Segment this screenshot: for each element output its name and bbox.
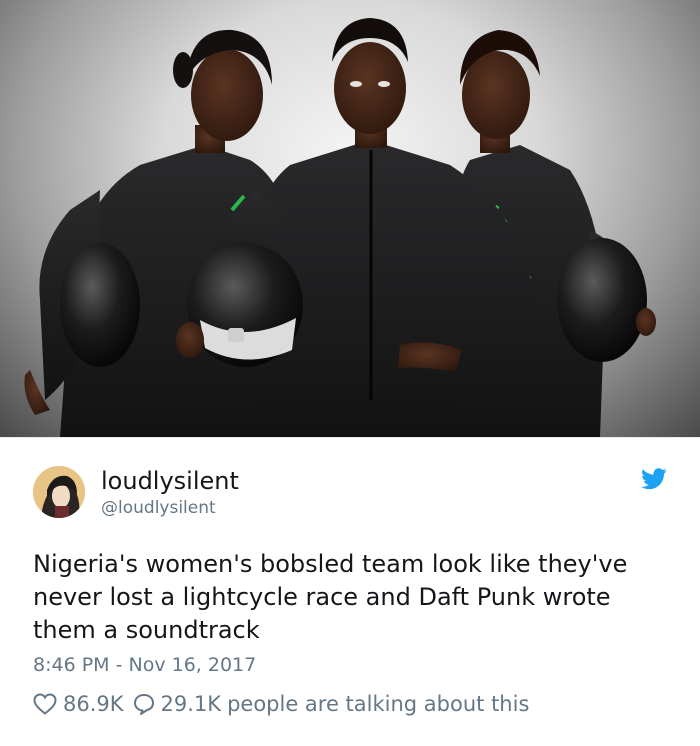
reply-count: 29.1K: [160, 692, 222, 716]
speech-bubble-icon: [133, 694, 154, 715]
user-handle[interactable]: @loudlysilent: [101, 497, 216, 519]
twitter-bird-icon[interactable]: [641, 468, 667, 490]
display-name[interactable]: loudlysilent: [101, 466, 239, 496]
bobsled-team-photo: [24, 18, 656, 437]
tweet-stats: 86.9K 29.1K people are talking about thi…: [33, 690, 529, 718]
like-count: 86.9K: [63, 692, 124, 716]
tweet-timestamp[interactable]: 8:46 PM - Nov 16, 2017: [33, 653, 256, 677]
avatar-illustration-icon: [33, 466, 85, 518]
talking-label: people are talking about this: [227, 692, 530, 716]
avatar[interactable]: [33, 466, 85, 518]
photo-divider: [0, 437, 700, 438]
like-action[interactable]: 86.9K: [33, 692, 124, 716]
reply-action[interactable]: 29.1K people are talking about this: [133, 692, 530, 716]
tweet-photo[interactable]: [0, 0, 700, 437]
embedded-tweet-card: loudlysilent @loudlysilent Nigeria's wom…: [0, 0, 700, 746]
heart-icon: [33, 693, 57, 715]
tweet-text: Nigeria's women's bobsled team look like…: [33, 550, 628, 644]
